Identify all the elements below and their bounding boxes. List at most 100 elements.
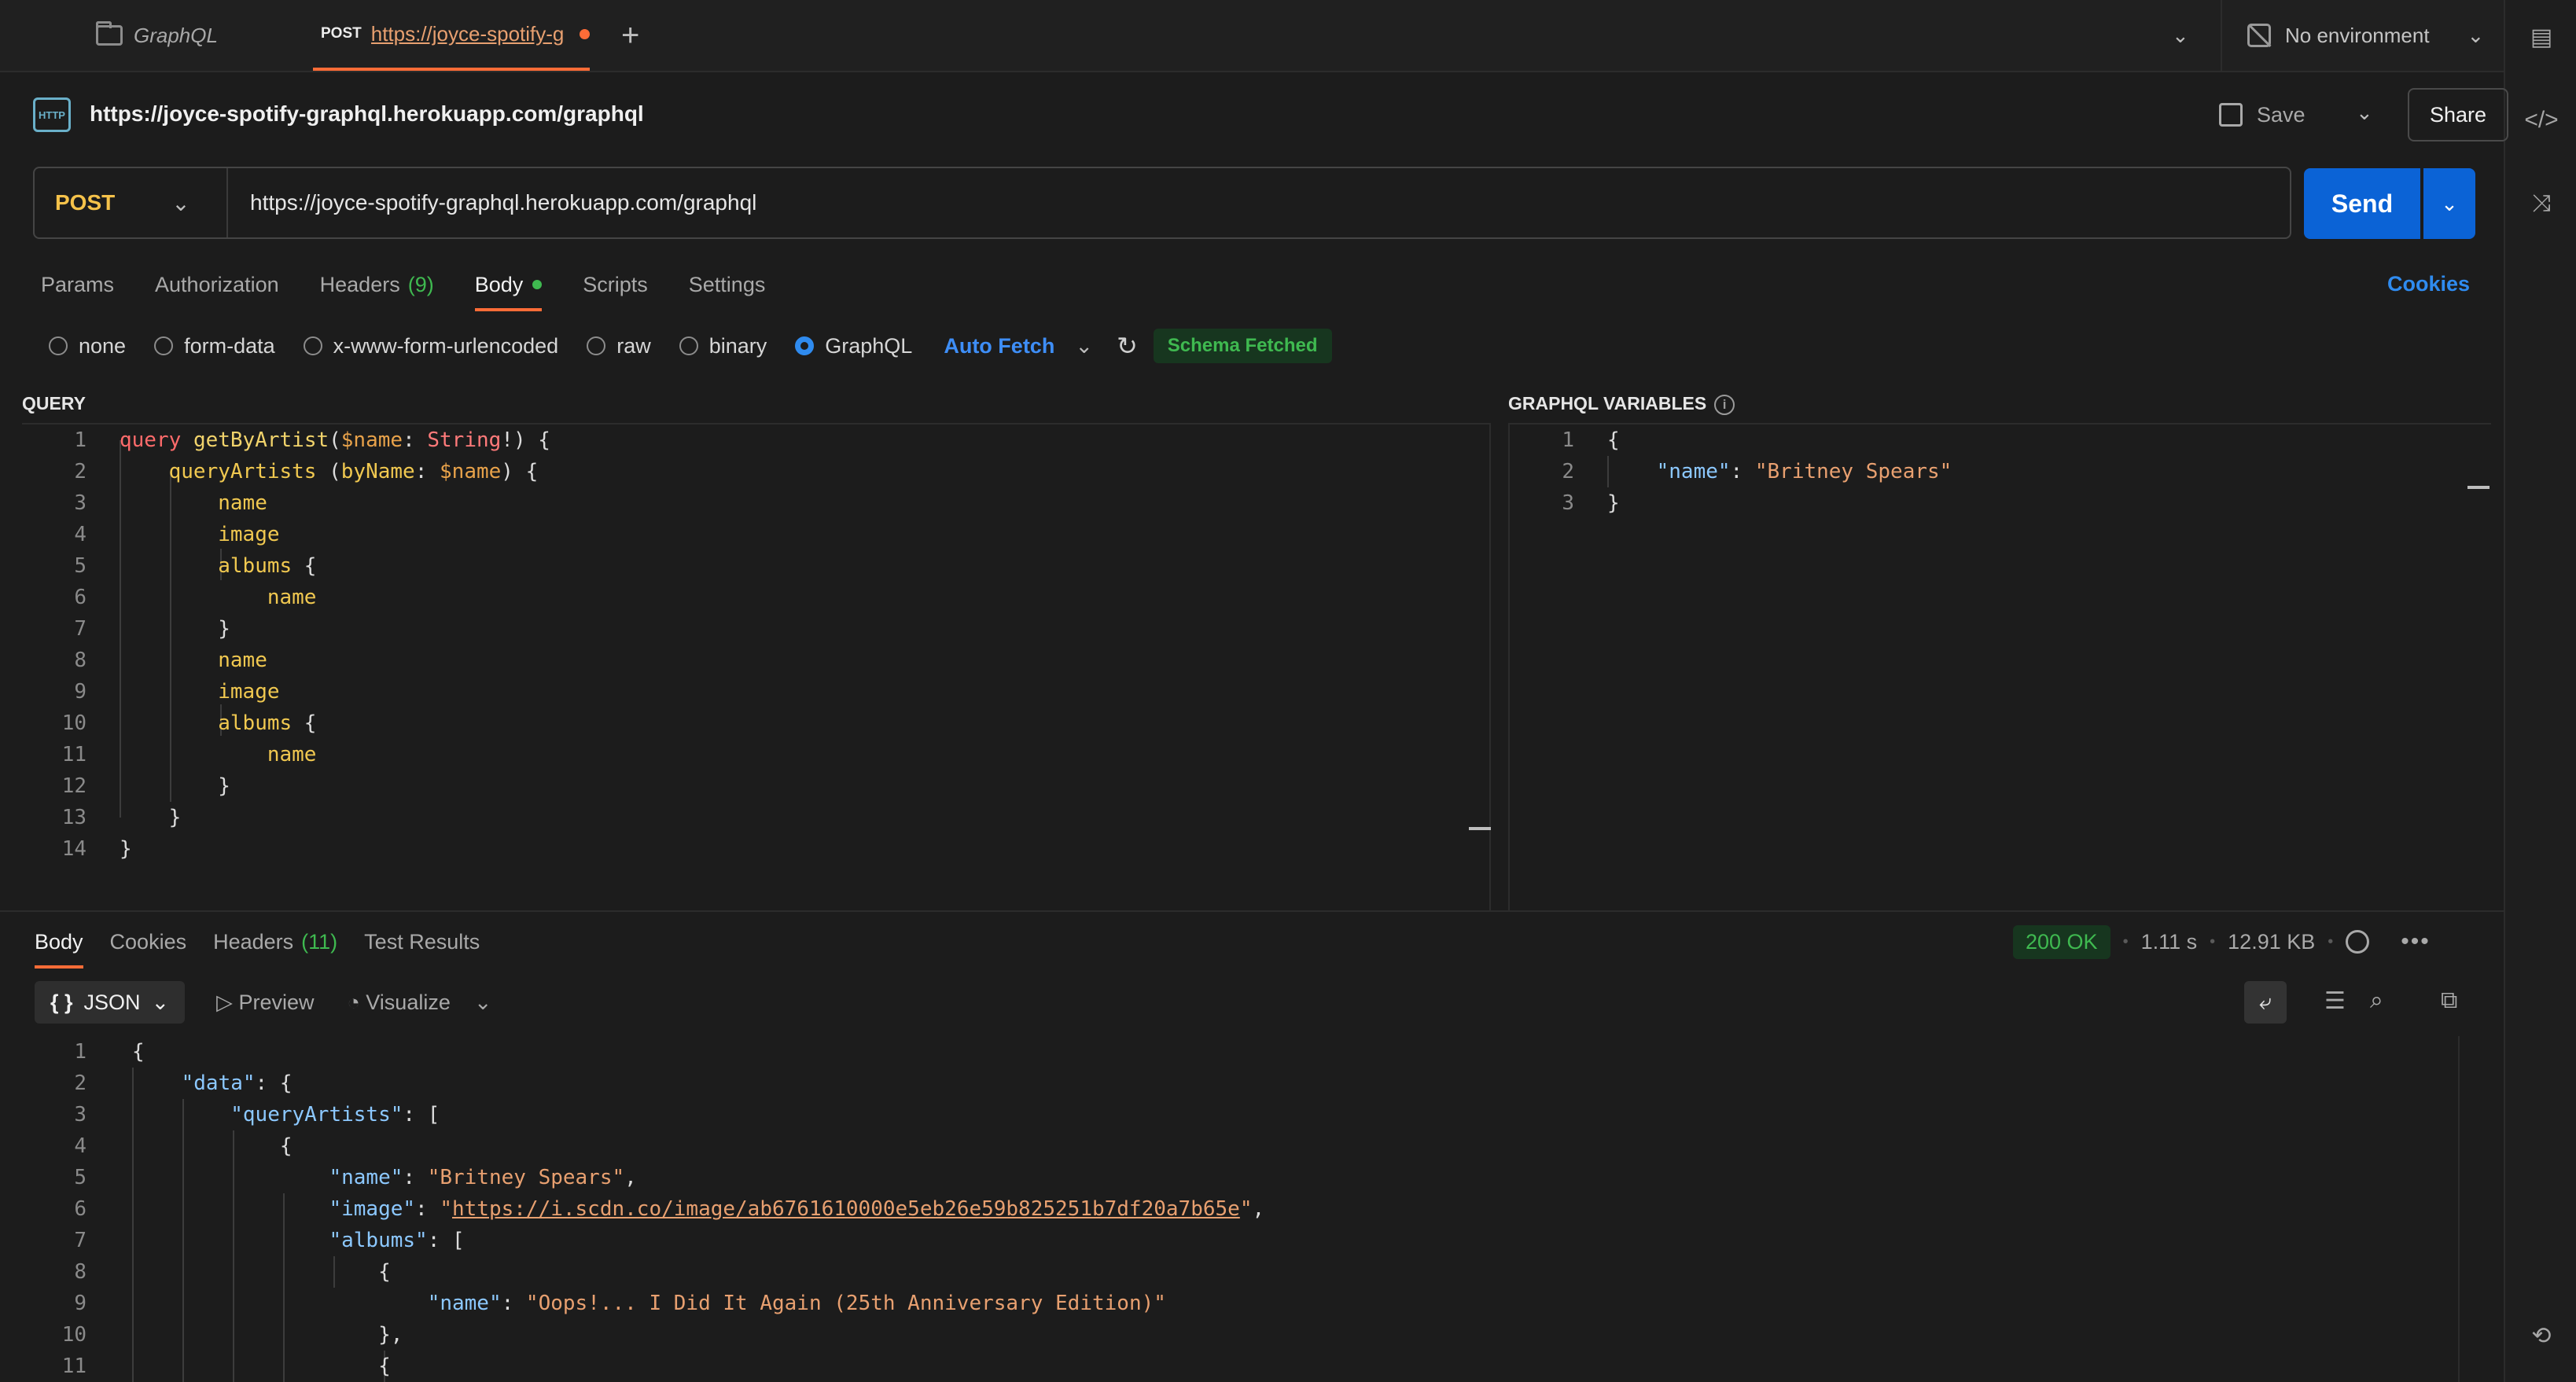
folder-icon [96, 21, 123, 46]
line-number: 9 [74, 680, 86, 704]
format-select[interactable]: { } JSON ⌄ [35, 981, 186, 1024]
line-number: 8 [74, 649, 86, 672]
album-name-value: Oops!... I Did It Again (25th Anniversar… [538, 1292, 1154, 1315]
tab-active-request[interactable]: POST https://joyce-spotify-g [313, 0, 590, 71]
radio-label: binary [708, 333, 767, 358]
headers-count: (9) [407, 272, 434, 296]
tab-bar: GraphQL POST https://joyce-spotify-g + ⌄… [0, 0, 2504, 72]
variables-section-title: GRAPHQL VARIABLES i [1508, 393, 1735, 415]
tab-headers[interactable]: Headers (9) [320, 263, 434, 307]
plus-icon[interactable]: + [621, 0, 639, 71]
query-section-title: QUERY [22, 393, 86, 413]
chevron-down-icon: ⌄ [2467, 23, 2485, 47]
auto-fetch-toggle[interactable]: Auto Fetch [944, 334, 1054, 358]
tab-label: Headers [319, 272, 400, 296]
response-size[interactable]: 12.91 KB [2228, 930, 2315, 954]
line-number: 7 [74, 617, 86, 641]
method-label: POST [55, 190, 116, 215]
wrap-icon[interactable]: ⤶ [2244, 981, 2287, 1024]
save-options-chevron-icon[interactable]: ⌄ [2356, 101, 2373, 125]
tab-params[interactable]: Params [41, 263, 114, 307]
chevron-down-icon[interactable]: ⌄ [2172, 0, 2189, 71]
environment-selector[interactable]: No environment ⌄ [2221, 0, 2502, 71]
preview-label: Preview [238, 990, 315, 1014]
tab-body[interactable]: Body [474, 263, 543, 311]
radio-graphql[interactable]: GraphQL [795, 334, 912, 358]
search-icon[interactable]: ⌕ [2370, 987, 2383, 1014]
response-tab-body[interactable]: Body [35, 920, 83, 969]
no-environment-icon [2247, 24, 2271, 47]
visualize-icon: ◔ [347, 990, 366, 1014]
radio-none[interactable]: none [49, 334, 126, 358]
radio-circle [154, 336, 174, 355]
line-number: 2 [74, 1071, 86, 1095]
response-body-viewer[interactable]: 1{ 2 "data": { 3 "queryArtists": [ 4 { 5… [22, 1036, 2460, 1382]
tab-authorization[interactable]: Authorization [155, 263, 279, 307]
response-tab-headers[interactable]: Headers (11) [213, 920, 337, 964]
line-number: 13 [61, 806, 86, 829]
globe-icon[interactable] [2346, 930, 2370, 954]
history-icon[interactable]: ⟲ [2505, 1322, 2576, 1350]
radio-form-data[interactable]: form-data [154, 334, 275, 358]
radio-urlencoded[interactable]: x-www-form-urlencoded [303, 334, 558, 358]
tab-title: https://joyce-spotify-g [370, 21, 565, 46]
refresh-icon[interactable]: ↻ [1117, 331, 1138, 361]
request-title[interactable]: https://joyce-spotify-graphql.herokuapp.… [90, 101, 644, 127]
info-icon[interactable]: i [1714, 394, 1735, 415]
line-number: 9 [74, 1292, 86, 1315]
variable-value: Britney Spears [1767, 460, 1940, 483]
radio-circle [587, 336, 606, 355]
code-icon[interactable]: </> [2505, 107, 2576, 134]
chevron-down-icon[interactable]: ⌄ [1075, 334, 1093, 358]
status-badge[interactable]: 200 OK [2013, 924, 2110, 959]
tab-label: Body [474, 272, 524, 296]
separator: • [2328, 932, 2334, 950]
line-number: 14 [61, 837, 86, 861]
send-options-chevron-icon[interactable]: ⌄ [2423, 168, 2475, 239]
format-label: JSON [83, 990, 141, 1014]
tab-settings[interactable]: Settings [689, 263, 766, 307]
copy-icon[interactable]: ⧉ [2441, 987, 2457, 1014]
response-time[interactable]: 1.11 s [2141, 930, 2198, 954]
response-tab-cookies[interactable]: Cookies [110, 920, 187, 964]
pane-divider[interactable] [0, 910, 2504, 912]
radio-label: GraphQL [825, 333, 913, 358]
radio-label: raw [616, 333, 651, 358]
radio-binary[interactable]: binary [679, 334, 767, 358]
body-type-selector: none form-data x-www-form-urlencoded raw… [49, 327, 1332, 365]
query-editor[interactable]: 1 query getByArtist($name: String!) { 2 q… [22, 423, 1491, 910]
tab-scripts[interactable]: Scripts [583, 263, 648, 307]
radio-circle [49, 336, 68, 355]
chevron-down-icon[interactable]: ⌄ [474, 991, 492, 1015]
response-tabs: Body Cookies Headers (11) Test Results [35, 920, 480, 969]
share-button[interactable]: Share [2408, 88, 2508, 142]
chevron-down-icon: ⌄ [171, 190, 190, 215]
scrollbar-marker[interactable] [1469, 827, 1491, 830]
tab-label: Body [35, 929, 83, 954]
visualize-button[interactable]: ◔ Visualize [347, 991, 450, 1015]
variables-editor[interactable]: 1{ 2 "name": "Britney Spears" 3} [1508, 423, 2491, 910]
response-tab-test-results[interactable]: Test Results [364, 920, 480, 964]
line-number: 10 [61, 1323, 86, 1347]
line-number: 11 [61, 743, 86, 766]
image-url-link[interactable]: https://i.scdn.co/image/ab6761610000e5eb… [452, 1197, 1240, 1221]
tab-graphql-collection[interactable]: GraphQL [96, 0, 218, 71]
method-select[interactable]: POST ⌄ [35, 168, 228, 237]
scrollbar-marker[interactable] [2467, 486, 2490, 489]
environment-label: No environment [2285, 23, 2430, 47]
variables-title-text: GRAPHQL VARIABLES [1508, 393, 1707, 413]
save-button[interactable]: Save [2219, 94, 2306, 135]
url-input[interactable] [228, 168, 2290, 237]
filter-icon[interactable]: ☰ [2324, 987, 2346, 1015]
related-icon[interactable]: ⤨ [2505, 190, 2576, 217]
tab-label: Cookies [109, 929, 187, 954]
preview-button[interactable]: ▷ Preview [216, 991, 314, 1015]
line-number: 7 [74, 1229, 86, 1252]
documentation-icon[interactable]: ▤ [2505, 24, 2576, 51]
more-icon[interactable]: ••• [2401, 928, 2431, 955]
request-tabs: Params Authorization Headers (9) Body Scr… [41, 263, 766, 311]
send-button[interactable]: Send [2304, 168, 2420, 239]
radio-raw[interactable]: raw [587, 334, 651, 358]
headers-count: (11) [301, 929, 338, 954]
cookies-link[interactable]: Cookies [2387, 272, 2470, 296]
